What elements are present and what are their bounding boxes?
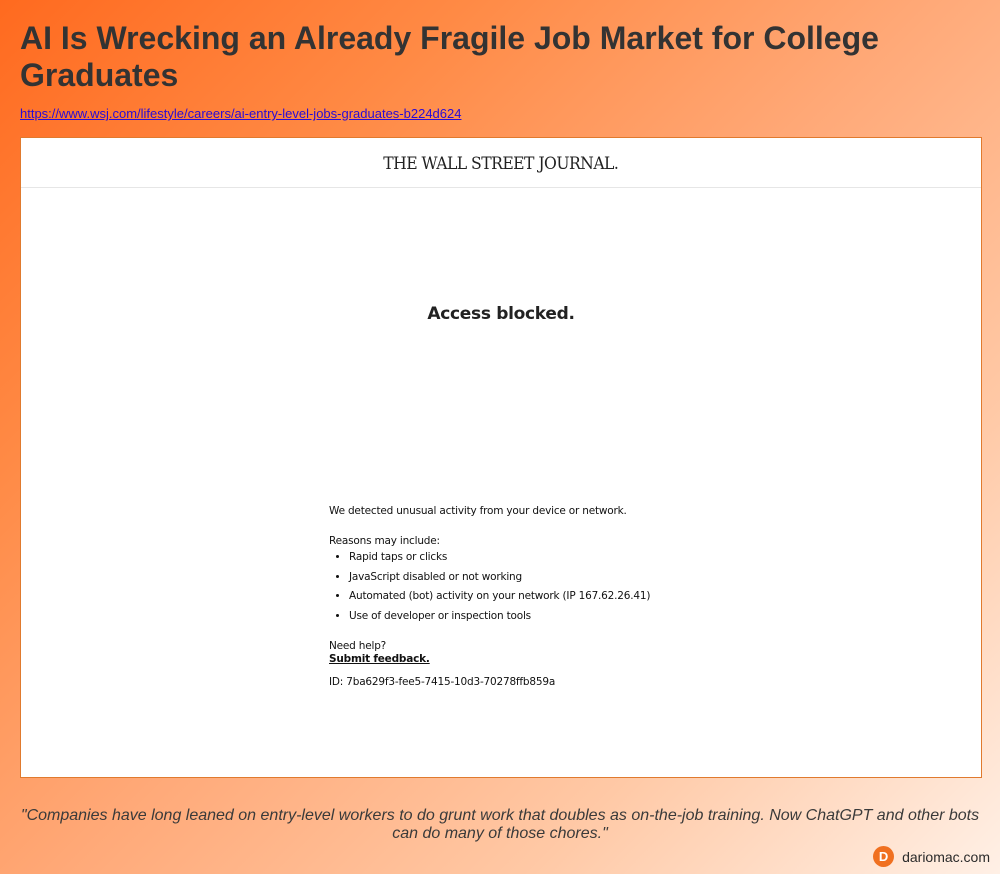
submit-feedback-link[interactable]: Submit feedback. xyxy=(329,653,430,665)
article-quote: "Companies have long leaned on entry-lev… xyxy=(20,807,980,842)
embedded-screenshot: THE WALL STREET JOURNAL. Access blocked.… xyxy=(20,137,982,778)
reasons-heading: Reasons may include: xyxy=(329,535,440,547)
block-details: We detected unusual activity from your d… xyxy=(329,504,749,689)
brand-badge[interactable]: D dariomac.com xyxy=(873,846,990,867)
request-id-text: ID: 7ba629f3-fee5-7415-10d3-70278ffb859a xyxy=(329,675,556,688)
reason-item: JavaScript disabled or not working xyxy=(349,570,749,584)
access-blocked-heading: Access blocked. xyxy=(427,304,575,324)
brand-logo-icon: D xyxy=(873,846,895,867)
article-url-link[interactable]: https://www.wsj.com/lifestyle/careers/ai… xyxy=(20,106,461,122)
brand-name: dariomac.com xyxy=(902,848,990,865)
reason-item: Use of developer or inspection tools xyxy=(349,609,749,623)
article-title: AI Is Wrecking an Already Fragile Job Ma… xyxy=(20,20,879,93)
reason-item: Automated (bot) activity on your network… xyxy=(349,589,749,603)
wsj-logo: THE WALL STREET JOURNAL. xyxy=(383,153,619,174)
detected-activity-text: We detected unusual activity from your d… xyxy=(329,505,627,517)
reason-item: Rapid taps or clicks xyxy=(349,550,749,564)
need-help-text: Need help? xyxy=(329,639,387,652)
reasons-list: Rapid taps or clicks JavaScript disabled… xyxy=(329,550,749,623)
wsj-header: THE WALL STREET JOURNAL. xyxy=(21,138,981,188)
